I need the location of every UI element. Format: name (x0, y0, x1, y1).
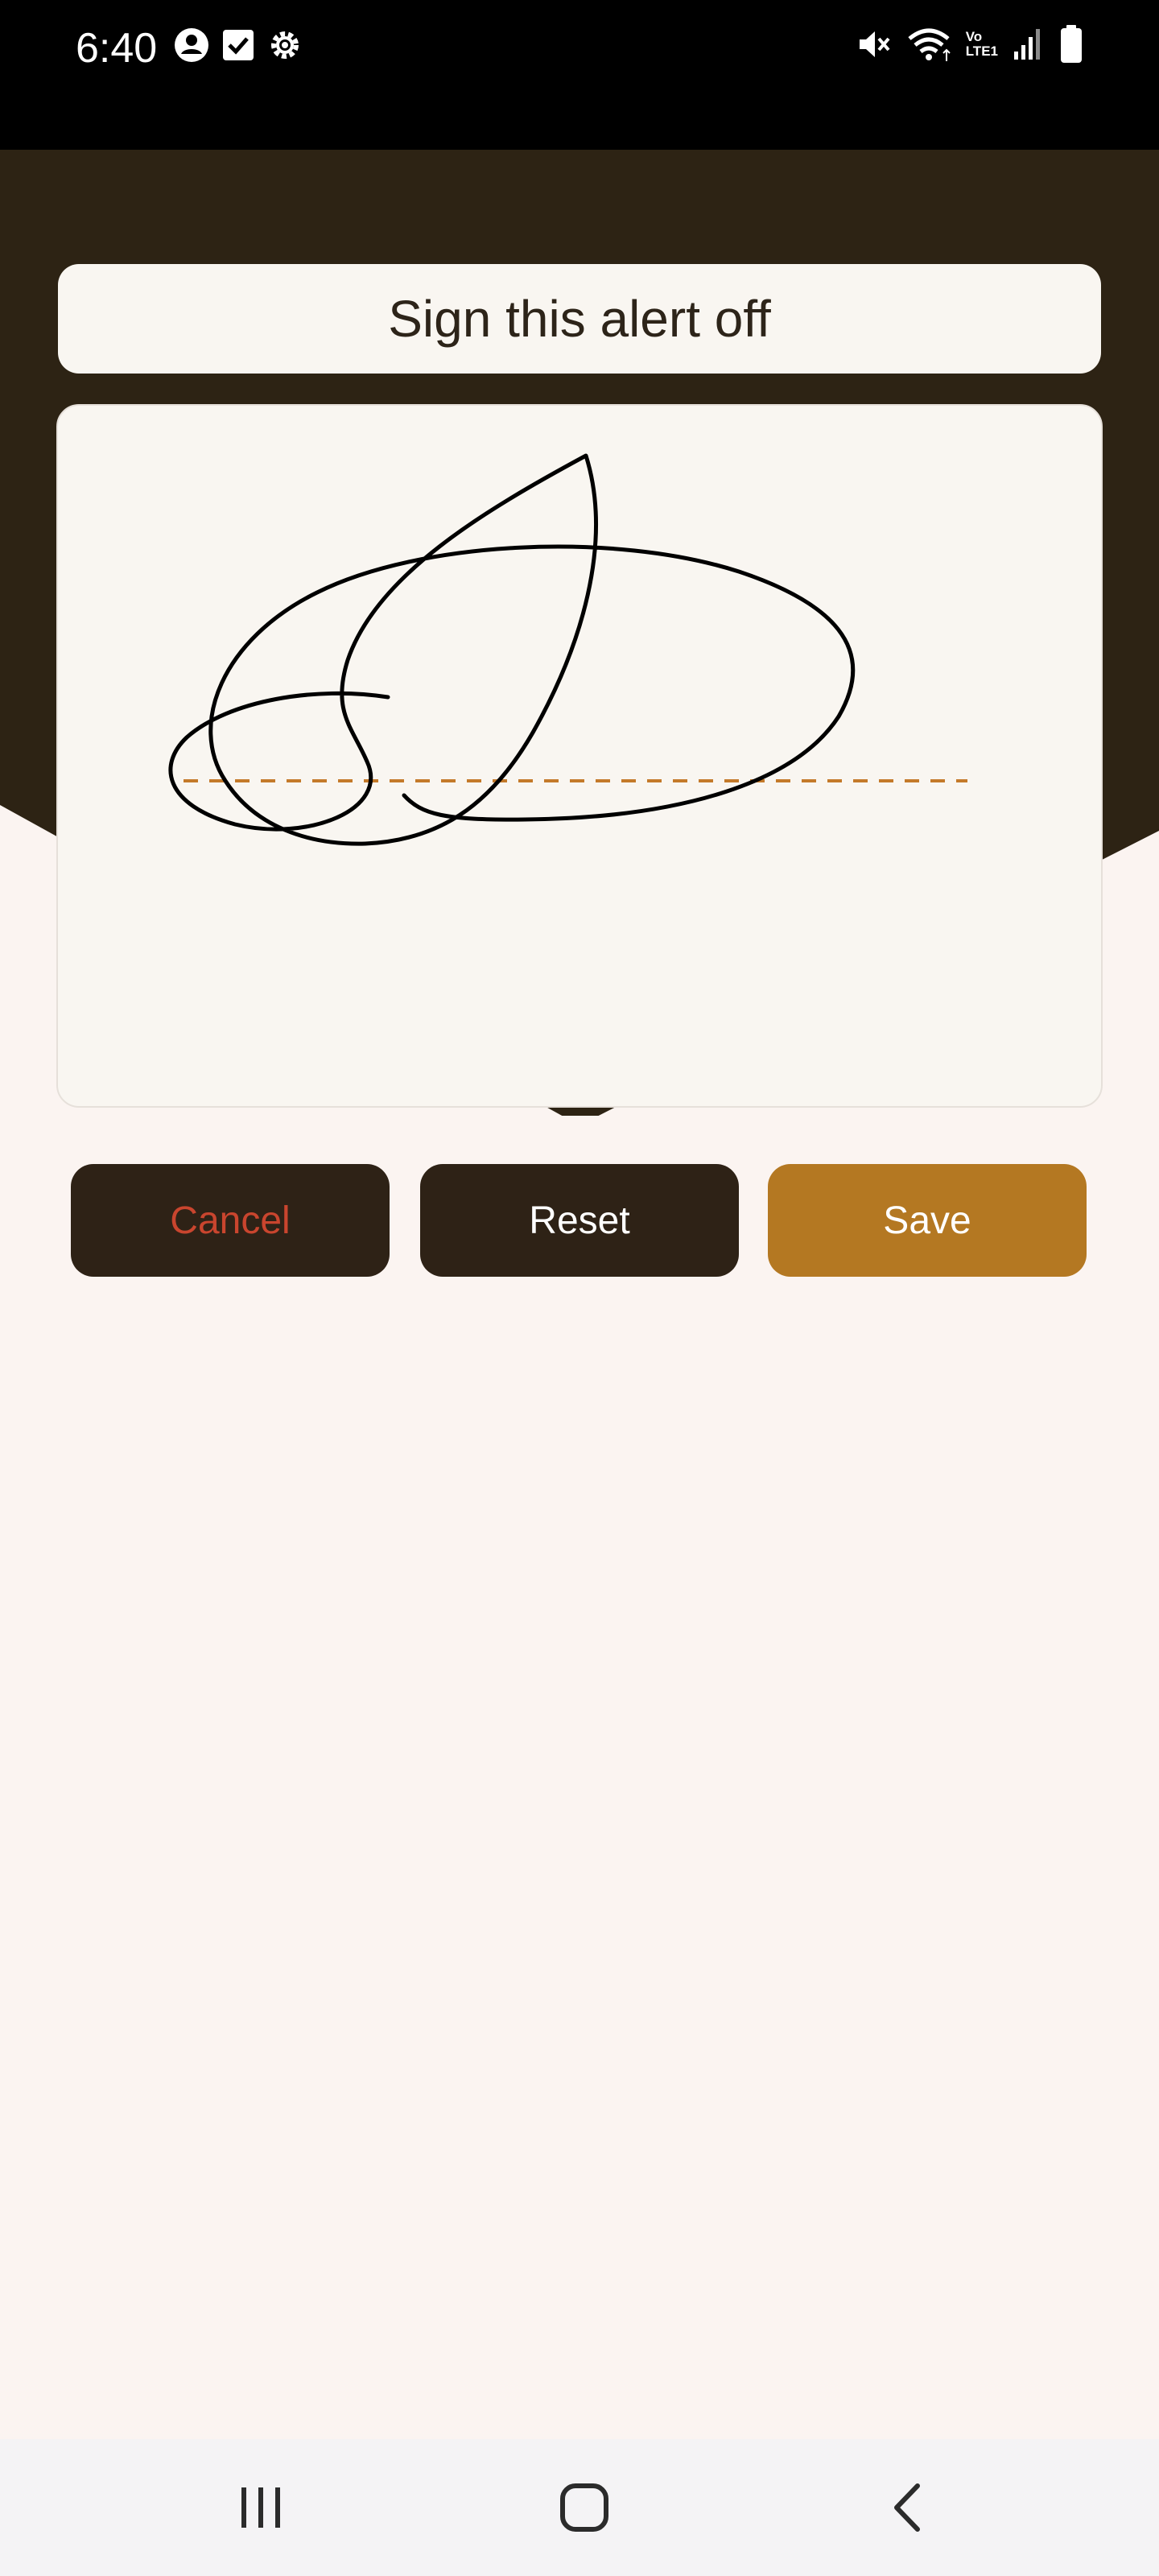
title-card: Sign this alert off (58, 264, 1101, 374)
status-bar: 6:40 Vo LTE1 (0, 0, 1159, 150)
status-right-icons: Vo LTE1 (855, 24, 1083, 64)
volte-label-top: Vo (965, 29, 983, 44)
settings-gear-icon (271, 31, 299, 59)
home-button[interactable] (504, 2439, 665, 2576)
navigation-bar (0, 2439, 1159, 2576)
status-time: 6:40 (76, 25, 158, 72)
cancel-button[interactable]: Cancel (71, 1164, 390, 1277)
page-title: Sign this alert off (388, 290, 771, 348)
signal-icon (1014, 29, 1040, 60)
save-button[interactable]: Save (768, 1164, 1087, 1277)
back-button[interactable] (827, 2439, 988, 2576)
mute-icon (859, 31, 890, 57)
signature-strokes (168, 453, 856, 846)
status-left-icons (174, 27, 303, 63)
signature-pad[interactable] (56, 404, 1103, 1108)
account-circle-icon (175, 28, 208, 62)
volte-icon: Vo LTE1 (966, 30, 998, 59)
home-icon (560, 2483, 608, 2532)
reset-button[interactable]: Reset (420, 1164, 739, 1277)
checkbox-icon (223, 30, 254, 60)
recent-apps-icon (241, 2487, 280, 2528)
battery-icon (1061, 25, 1082, 63)
signature-drawing (168, 453, 967, 846)
recent-apps-button[interactable] (180, 2439, 341, 2576)
back-icon (894, 2483, 920, 2532)
volte-label-bottom: LTE1 (965, 43, 998, 59)
wifi-icon (908, 28, 951, 61)
